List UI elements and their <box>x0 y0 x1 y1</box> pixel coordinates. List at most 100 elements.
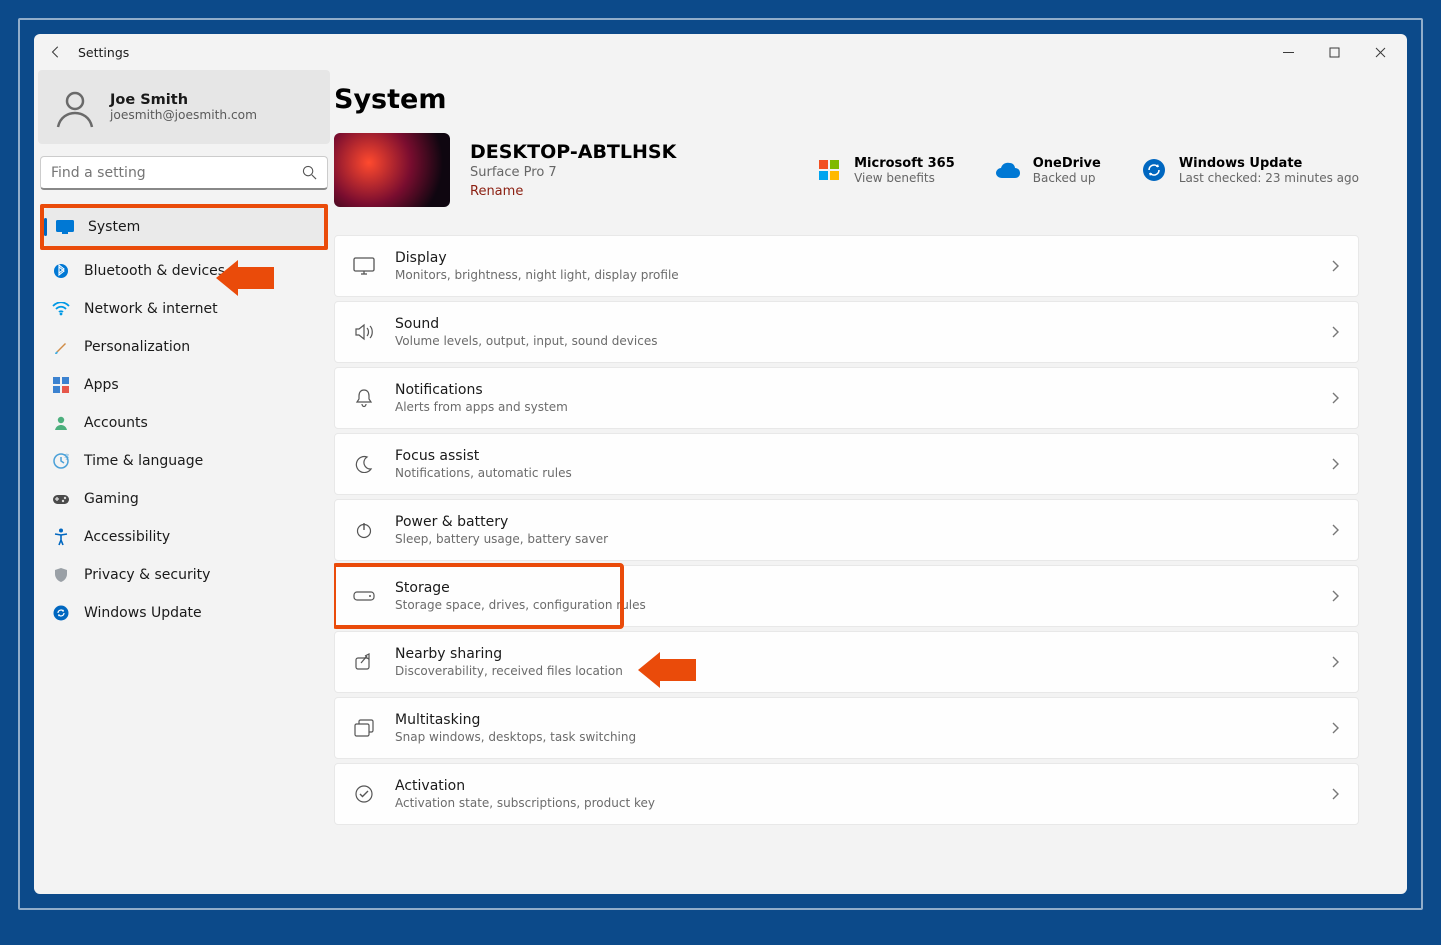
chevron-right-icon <box>1331 787 1340 801</box>
main-content: System DESKTOP-ABTLHSK Surface Pro 7 Ren… <box>334 70 1407 894</box>
settings-card-multitasking[interactable]: MultitaskingSnap windows, desktops, task… <box>334 697 1359 759</box>
svg-text:字: 字 <box>64 453 69 461</box>
card-subtitle: Discoverability, received files location <box>395 664 1311 678</box>
rename-link[interactable]: Rename <box>470 184 523 199</box>
status-m365[interactable]: Microsoft 365 View benefits <box>816 156 955 185</box>
sidebar-item-network-internet[interactable]: Network & internet <box>40 290 328 328</box>
status-onedrive[interactable]: OneDrive Backed up <box>995 156 1101 185</box>
card-subtitle: Sleep, battery usage, battery saver <box>395 532 1311 546</box>
sidebar-item-label: Apps <box>84 377 119 393</box>
sidebar-item-label: Privacy & security <box>84 567 210 583</box>
card-title: Power & battery <box>395 514 1311 530</box>
annotation-arrow-storage <box>638 652 696 688</box>
maximize-button[interactable] <box>1311 34 1357 70</box>
card-title: Focus assist <box>395 448 1311 464</box>
status-update[interactable]: Windows Update Last checked: 23 minutes … <box>1141 156 1359 185</box>
card-title: Activation <box>395 778 1311 794</box>
card-subtitle: Volume levels, output, input, sound devi… <box>395 334 1311 348</box>
profile-card[interactable]: Joe Smith joesmith@joesmith.com <box>38 70 330 144</box>
person-icon <box>52 414 70 432</box>
status-title: Windows Update <box>1179 156 1359 171</box>
profile-name: Joe Smith <box>110 92 257 108</box>
card-title: Storage <box>395 580 1311 596</box>
shield-icon <box>52 566 70 584</box>
brush-icon <box>52 338 70 356</box>
status-sub: View benefits <box>854 171 955 185</box>
window-title: Settings <box>74 45 129 60</box>
back-button[interactable] <box>38 34 74 70</box>
card-title: Nearby sharing <box>395 646 1311 662</box>
device-header: DESKTOP-ABTLHSK Surface Pro 7 Rename Mic… <box>334 133 1359 207</box>
search-box[interactable] <box>40 156 328 190</box>
page-title: System <box>334 84 1359 115</box>
sidebar-item-label: Bluetooth & devices <box>84 263 225 279</box>
search-icon <box>302 165 317 180</box>
chevron-right-icon <box>1331 259 1340 273</box>
settings-card-sound[interactable]: Sound Volume levels, output, input, sound… <box>334 301 1359 363</box>
chevron-right-icon <box>1331 391 1340 405</box>
settings-card-power-battery[interactable]: Power & battery Sleep, battery usage, bat… <box>334 499 1359 561</box>
accessibility-icon <box>52 528 70 546</box>
sidebar: Joe Smith joesmith@joesmith.com System Bl… <box>34 70 334 894</box>
share-icon <box>353 651 375 673</box>
minimize-button[interactable] <box>1265 34 1311 70</box>
sidebar-item-label: Accounts <box>84 415 148 431</box>
sidebar-item-time-language[interactable]: 字 Time & language <box>40 442 328 480</box>
sidebar-item-apps[interactable]: Apps <box>40 366 328 404</box>
device-thumbnail <box>334 133 450 207</box>
sidebar-item-gaming[interactable]: Gaming <box>40 480 328 518</box>
check-icon <box>353 783 375 805</box>
multitask-icon <box>353 717 375 739</box>
profile-email: joesmith@joesmith.com <box>110 108 257 122</box>
chevron-right-icon <box>1331 457 1340 471</box>
sync-icon <box>1141 157 1167 183</box>
card-subtitle: Activation state, subscriptions, product… <box>395 796 1311 810</box>
sidebar-item-label: Personalization <box>84 339 190 355</box>
bell-icon <box>353 387 375 409</box>
settings-card-activation[interactable]: Activation Activation state, subscription… <box>334 763 1359 825</box>
settings-window: Settings Joe Smith joesmith@joesmith.com <box>34 34 1407 894</box>
sidebar-item-system[interactable]: System <box>44 208 324 246</box>
power-icon <box>353 519 375 541</box>
sidebar-item-label: Accessibility <box>84 529 170 545</box>
card-title: Sound <box>395 316 1311 332</box>
storage-icon <box>353 585 375 607</box>
settings-card-notifications[interactable]: Notifications Alerts from apps and system <box>334 367 1359 429</box>
status-title: OneDrive <box>1033 156 1101 171</box>
wifi-icon <box>52 300 70 318</box>
sidebar-item-accessibility[interactable]: Accessibility <box>40 518 328 556</box>
sound-icon <box>353 321 375 343</box>
microsoft-logo-icon <box>816 157 842 183</box>
system-icon <box>56 218 74 236</box>
search-input[interactable] <box>51 165 302 181</box>
chevron-right-icon <box>1331 655 1340 669</box>
sidebar-item-bluetooth-devices[interactable]: Bluetooth & devices <box>40 252 328 290</box>
sidebar-item-windows-update[interactable]: Windows Update <box>40 594 328 632</box>
card-title: Display <box>395 250 1311 266</box>
settings-card-storage[interactable]: StorageStorage space, drives, configurat… <box>334 565 1359 627</box>
card-title: Multitasking <box>395 712 1311 728</box>
titlebar: Settings <box>34 34 1407 70</box>
status-sub: Last checked: 23 minutes ago <box>1179 171 1359 185</box>
apps-icon <box>52 376 70 394</box>
device-name: DESKTOP-ABTLHSK <box>470 141 676 163</box>
chevron-right-icon <box>1331 721 1340 735</box>
card-subtitle: Monitors, brightness, night light, displ… <box>395 268 1311 282</box>
settings-card-display[interactable]: Display Monitors, brightness, night light… <box>334 235 1359 297</box>
settings-card-focus-assist[interactable]: Focus assistNotifications, automatic rul… <box>334 433 1359 495</box>
sidebar-item-personalization[interactable]: Personalization <box>40 328 328 366</box>
sidebar-item-label: System <box>88 219 140 235</box>
display-icon <box>353 255 375 277</box>
avatar-icon <box>52 84 98 130</box>
card-subtitle: Alerts from apps and system <box>395 400 1311 414</box>
sidebar-item-accounts[interactable]: Accounts <box>40 404 328 442</box>
settings-card-nearby-sharing[interactable]: Nearby sharing Discoverability, received … <box>334 631 1359 693</box>
sidebar-item-privacy-security[interactable]: Privacy & security <box>40 556 328 594</box>
moon-icon <box>353 453 375 475</box>
sidebar-item-label: Time & language <box>84 453 203 469</box>
chevron-right-icon <box>1331 325 1340 339</box>
gamepad-icon <box>52 490 70 508</box>
close-button[interactable] <box>1357 34 1403 70</box>
card-title: Notifications <box>395 382 1311 398</box>
device-model: Surface Pro 7 <box>470 165 676 180</box>
